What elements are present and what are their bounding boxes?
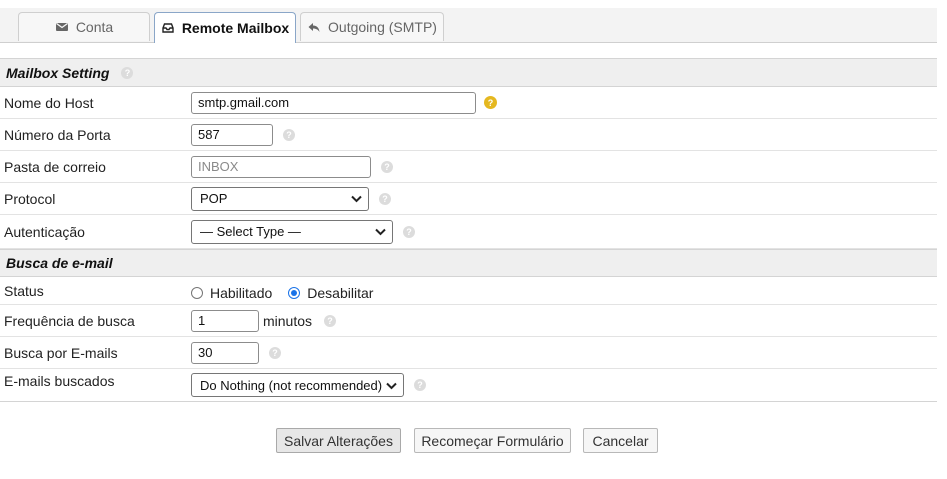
host-input[interactable] [191,91,476,114]
row-protocol: Protocol POP ? [0,183,937,215]
tab-conta[interactable]: Conta [18,12,150,41]
row-folder: Pasta de correio ? [0,151,937,183]
chevron-down-icon [351,191,362,206]
cancel-button[interactable]: Cancelar [583,428,658,453]
auth-label: Autenticação [4,223,85,240]
help-icon[interactable]: ? [121,66,134,79]
fetched-label: E-mails buscados [4,373,115,389]
chevron-down-icon [375,224,386,239]
help-icon[interactable]: ? [324,314,337,327]
port-input[interactable] [191,123,273,146]
port-label: Número da Porta [4,126,111,143]
tab-label: Conta [75,19,114,35]
row-fetched: E-mails buscados Do Nothing (not recomme… [0,369,937,402]
help-icon[interactable]: ? [414,379,426,391]
frequency-input[interactable] [191,309,259,332]
tab-label: Remote Mailbox [181,20,290,36]
help-icon[interactable]: ? [269,346,281,359]
help-icon[interactable]: ? [484,96,497,109]
row-frequency: Frequência de busca minutos ? [0,305,937,337]
section-title: Mailbox Setting [6,64,110,81]
row-count: Busca por E-mails ? [0,337,937,369]
host-label: Nome do Host [4,94,94,111]
help-icon[interactable]: ? [283,128,295,141]
radio-label: Desabilitar [307,285,374,301]
row-host: Nome do Host ? [0,87,937,119]
folder-input[interactable] [191,155,371,178]
chevron-down-icon [386,378,397,393]
help-icon[interactable]: ? [403,225,415,238]
folder-label: Pasta de correio [4,158,106,175]
envelope-icon [55,20,69,34]
reset-button[interactable]: Recomeçar Formulário [414,428,571,453]
tab-outgoing-smtp[interactable]: Outgoing (SMTP) [300,12,444,41]
save-button[interactable]: Salvar Alterações [276,428,401,453]
inbox-icon [161,21,175,35]
count-label: Busca por E-mails [4,344,118,361]
tab-label: Outgoing (SMTP) [328,19,437,35]
section-header-mailbox: Mailbox Setting ? [0,59,937,87]
protocol-select[interactable]: POP [191,186,369,211]
fetched-select[interactable]: Do Nothing (not recommended) [191,373,404,397]
section-header-fetch: Busca de e-mail [0,249,937,277]
tab-remote-mailbox[interactable]: Remote Mailbox [154,12,296,43]
auth-selected: — Select Type — [200,224,301,239]
radio-button[interactable] [288,287,301,299]
count-input[interactable] [191,341,259,364]
status-disabled-radio[interactable]: Desabilitar [288,285,373,301]
fetched-selected: Do Nothing (not recommended) [200,377,383,393]
status-enabled-radio[interactable]: Habilitado [191,285,272,301]
row-port: Número da Porta ? [0,119,937,151]
help-icon[interactable]: ? [381,160,393,173]
help-icon[interactable]: ? [379,192,391,205]
reply-icon [307,20,321,34]
protocol-label: Protocol [4,190,56,207]
row-auth: Autenticação — Select Type — ? [0,215,937,249]
settings-panel: Mailbox Setting ? Nome do Host ? Número … [0,58,937,402]
row-status: Status Habilitado Desabilitar [0,277,937,305]
frequency-label: Frequência de busca [4,312,135,329]
frequency-unit: minutos [263,312,313,329]
form-actions: Salvar Alterações Recomeçar Formulário C… [0,428,947,454]
radio-button[interactable] [191,287,203,299]
status-label: Status [4,282,44,299]
auth-select[interactable]: — Select Type — [191,219,393,244]
protocol-selected: POP [200,191,228,206]
section-title: Busca de e-mail [6,255,113,271]
tab-bar: Conta Remote Mailbox Outgoing (SMTP) [0,8,937,43]
radio-label: Habilitado [210,285,273,301]
